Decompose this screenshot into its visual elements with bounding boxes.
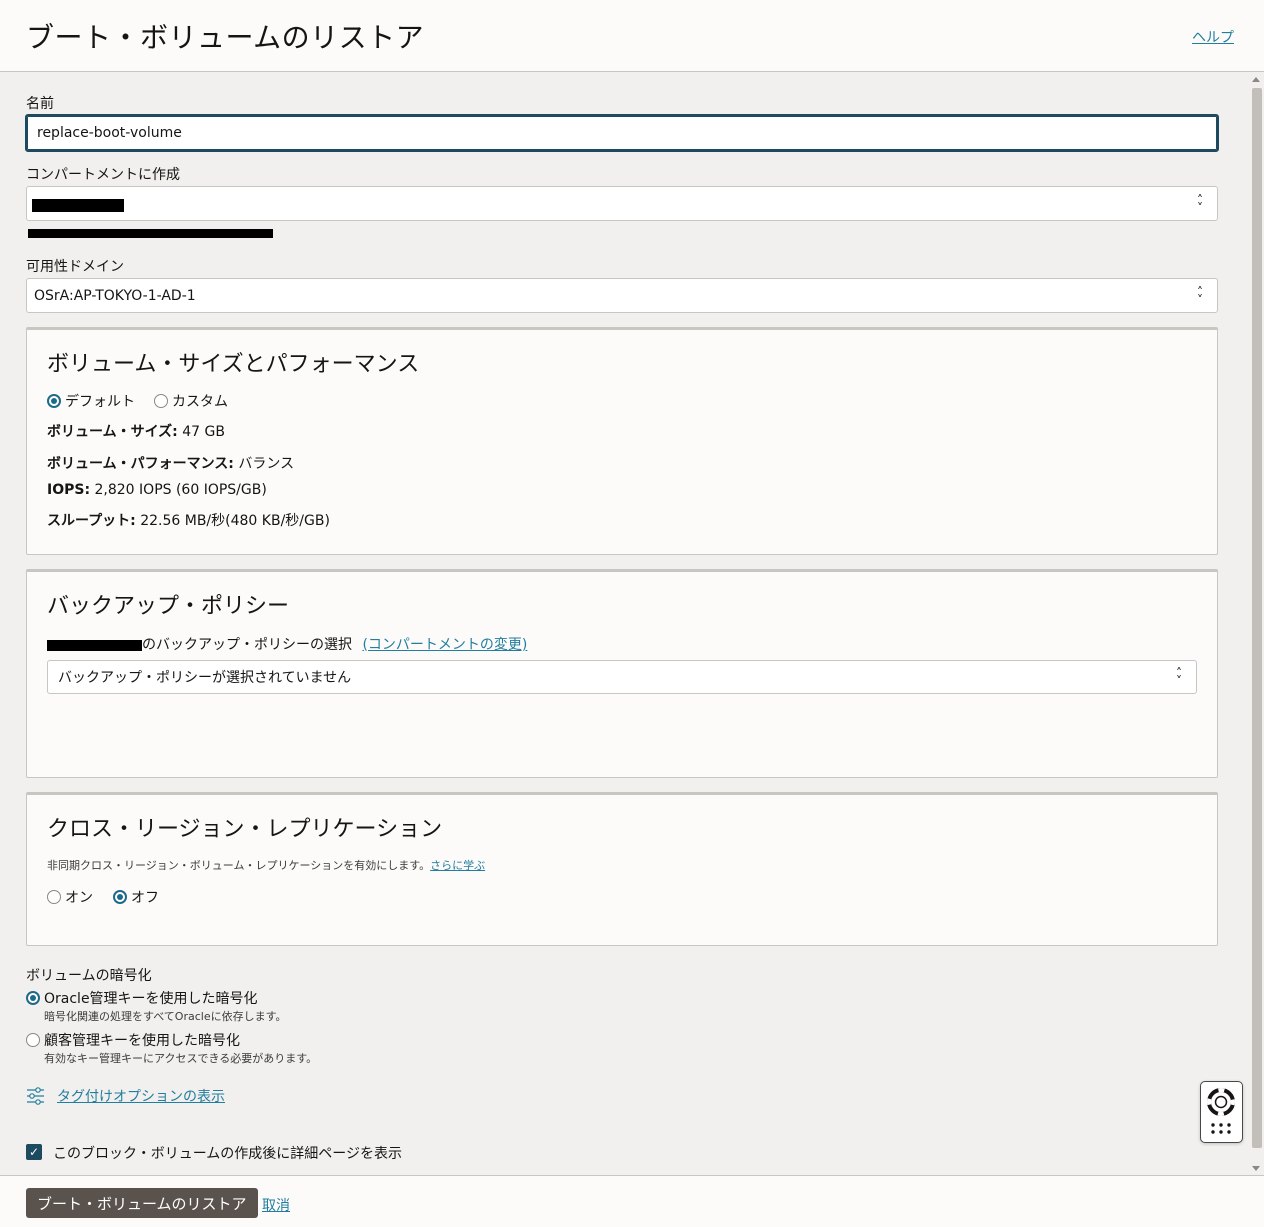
- replication-off-option[interactable]: オフ: [113, 887, 159, 907]
- learn-more-link[interactable]: さらに学ぶ: [430, 859, 485, 872]
- volume-size-row: ボリューム・サイズ: 47 GB: [47, 421, 225, 441]
- volume-performance-key: ボリューム・パフォーマンス:: [47, 456, 234, 472]
- radio-custom-label: カスタム: [172, 394, 228, 410]
- radio-customer-key-label: 顧客管理キーを使用した暗号化: [44, 1033, 240, 1049]
- name-label: 名前: [26, 96, 54, 112]
- throughput-value: 22.56 MB/秒(480 KB/秒/GB): [135, 513, 330, 529]
- backup-policy-card: バックアップ・ポリシー のバックアップ・ポリシーの選択 (コンパートメントの変更…: [26, 569, 1218, 778]
- cancel-link[interactable]: 取消: [262, 1195, 290, 1215]
- change-compartment-link[interactable]: (コンパートメントの変更): [362, 637, 527, 653]
- chevron-updown-icon: ˄ ˅: [1197, 192, 1203, 215]
- volume-performance-row: ボリューム・パフォーマンス: バランス: [47, 453, 294, 473]
- form-content: 名前 replace-boot-volume コンパートメントに作成 ˄ ˅ 可用…: [0, 73, 1248, 1175]
- availability-domain-select[interactable]: OSrA:AP-TOKYO-1-AD-1 ˄ ˅: [26, 278, 1218, 313]
- compartment-label: コンパートメントに作成: [26, 167, 180, 183]
- show-details-checkbox[interactable]: ✓: [26, 1144, 42, 1160]
- volume-performance-value: バランス: [233, 456, 295, 472]
- volume-size-value: 47 GB: [177, 424, 225, 440]
- replication-on-option[interactable]: オン: [47, 887, 93, 907]
- oracle-key-description: 暗号化関連の処理をすべてOracleに依存します。: [44, 1010, 287, 1023]
- radio-replication-off[interactable]: [113, 890, 127, 904]
- backup-policy-prefix: のバックアップ・ポリシーの選択: [142, 637, 352, 653]
- scroll-up-icon[interactable]: [1252, 77, 1260, 82]
- iops-key: IOPS:: [47, 482, 91, 498]
- encryption-customer-option[interactable]: 顧客管理キーを使用した暗号化: [26, 1030, 240, 1050]
- radio-custom-option[interactable]: カスタム: [154, 391, 228, 411]
- checkmark-icon: ✓: [28, 1145, 40, 1159]
- iops-value: 2,820 IOPS (60 IOPS/GB): [90, 482, 267, 498]
- scroll-down-icon[interactable]: [1252, 1166, 1260, 1171]
- radio-custom[interactable]: [154, 394, 168, 408]
- panel-header: ブート・ボリュームのリストア ヘルプ: [0, 0, 1264, 72]
- radio-customer-key[interactable]: [26, 1033, 40, 1047]
- backup-policy-value: バックアップ・ポリシーが選択されていません: [58, 670, 352, 686]
- radio-default-label: デフォルト: [65, 394, 135, 410]
- redacted-compartment-name: [32, 199, 124, 212]
- replication-card: クロス・リージョン・レプリケーション 非同期クロス・リージョン・ボリューム・レプ…: [26, 792, 1218, 946]
- lifebuoy-icon: [1207, 1088, 1235, 1134]
- radio-oracle-key-label: Oracle管理キーを使用した暗号化: [44, 991, 258, 1007]
- backup-policy-select[interactable]: バックアップ・ポリシーが選択されていません ˄ ˅: [47, 660, 1197, 694]
- volume-size-key: ボリューム・サイズ:: [47, 424, 178, 440]
- availability-domain-label: 可用性ドメイン: [26, 259, 124, 275]
- chevron-updown-icon: ˄ ˅: [1197, 284, 1203, 307]
- chevron-updown-icon: ˄ ˅: [1176, 666, 1182, 688]
- show-details-label: このブロック・ボリュームの作成後に詳細ページを表示: [53, 1146, 403, 1162]
- sliders-icon: [27, 1087, 44, 1105]
- radio-default-option[interactable]: デフォルト: [47, 391, 135, 411]
- scrollbar-thumb[interactable]: [1252, 88, 1262, 1148]
- help-widget[interactable]: [1200, 1081, 1243, 1143]
- tagging-options-link[interactable]: タグ付けオプションの表示: [57, 1086, 225, 1106]
- tagging-options-toggle[interactable]: タグ付けオプションの表示: [26, 1086, 225, 1106]
- customer-key-description: 有効なキー管理キーにアクセスできる必要があります。: [44, 1052, 318, 1065]
- encryption-label: ボリュームの暗号化: [26, 968, 152, 984]
- name-input-value: replace-boot-volume: [37, 125, 182, 141]
- page-title: ブート・ボリュームのリストア: [26, 21, 425, 54]
- radio-replication-on[interactable]: [47, 890, 61, 904]
- volume-size-card: ボリューム・サイズとパフォーマンス デフォルト カスタム ボリューム・サイズ: …: [26, 327, 1218, 555]
- compartment-select[interactable]: ˄ ˅: [26, 186, 1218, 221]
- panel-footer: ブート・ボリュームのリストア 取消: [0, 1175, 1264, 1227]
- backup-policy-title: バックアップ・ポリシー: [47, 594, 290, 619]
- restore-boot-volume-button[interactable]: ブート・ボリュームのリストア: [26, 1188, 258, 1218]
- replication-description-text: 非同期クロス・リージョン・ボリューム・レプリケーションを有効にします。: [47, 859, 431, 872]
- radio-replication-off-label: オフ: [131, 890, 159, 906]
- encryption-oracle-option[interactable]: Oracle管理キーを使用した暗号化: [26, 988, 258, 1008]
- availability-domain-value: OSrA:AP-TOKYO-1-AD-1: [34, 287, 196, 304]
- volume-size-title: ボリューム・サイズとパフォーマンス: [47, 352, 420, 377]
- help-link[interactable]: ヘルプ: [1192, 27, 1234, 47]
- throughput-key: スループット:: [47, 513, 136, 529]
- replication-description: 非同期クロス・リージョン・ボリューム・レプリケーションを有効にします。さらに学ぶ: [47, 857, 485, 873]
- radio-oracle-key[interactable]: [26, 991, 40, 1005]
- redacted-compartment-name: [47, 640, 142, 651]
- replication-title: クロス・リージョン・レプリケーション: [47, 817, 443, 842]
- throughput-row: スループット: 22.56 MB/秒(480 KB/秒/GB): [47, 510, 330, 530]
- iops-row: IOPS: 2,820 IOPS (60 IOPS/GB): [47, 482, 267, 498]
- name-input[interactable]: replace-boot-volume: [25, 114, 1219, 152]
- radio-default[interactable]: [47, 394, 61, 408]
- vertical-scrollbar[interactable]: [1248, 73, 1264, 1175]
- redacted-compartment-path: [28, 229, 273, 238]
- radio-replication-on-label: オン: [65, 890, 93, 906]
- backup-policy-select-label: のバックアップ・ポリシーの選択 (コンパートメントの変更): [142, 634, 527, 654]
